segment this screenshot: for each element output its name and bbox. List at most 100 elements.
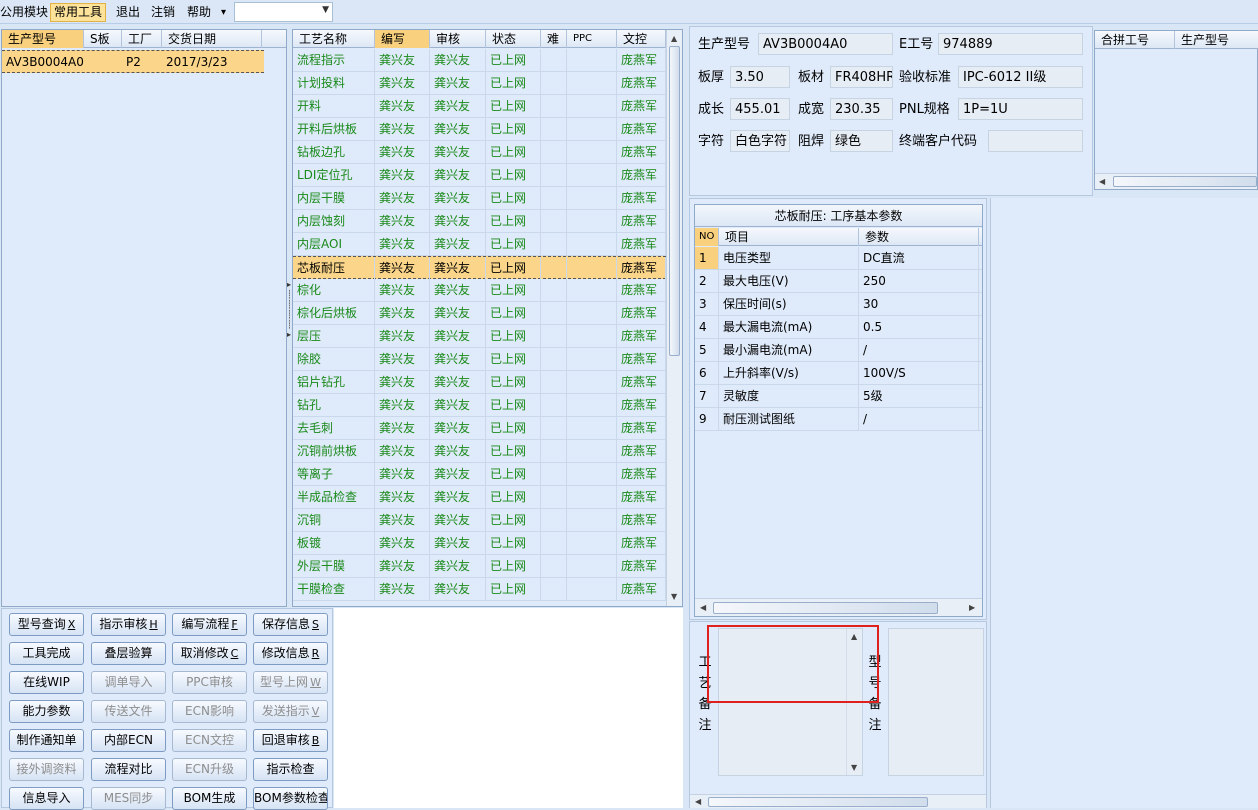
length-field[interactable]: 455.01 <box>730 98 790 120</box>
menu-public-modules[interactable]: 公用模块 <box>0 3 48 22</box>
notes-hscrollbar[interactable]: ◀ <box>690 794 986 808</box>
bom-param-check-button[interactable]: BOM参数检查 <box>253 787 328 810</box>
process-row[interactable]: 钻板边孔 龚兴友 龚兴友 已上网 庞燕军 <box>293 141 666 164</box>
process-col-ppc[interactable]: PPC <box>567 30 617 48</box>
orders-col-model[interactable]: 生产型号 <box>2 30 84 48</box>
process-row[interactable]: 去毛刺 龚兴友 龚兴友 已上网 庞燕军 <box>293 417 666 440</box>
scroll-right-icon[interactable]: ▶ <box>969 603 975 613</box>
orders-col-date[interactable]: 交货日期 <box>162 30 262 48</box>
menu-help[interactable]: 帮助 <box>187 3 211 22</box>
capability-params-button[interactable]: 能力参数 <box>9 700 84 723</box>
process-row[interactable]: 钻孔 龚兴友 龚兴友 已上网 庞燕军 <box>293 394 666 417</box>
param-row[interactable]: 7 灵敏度 5级 <box>695 385 982 408</box>
info-import-button[interactable]: 信息导入 <box>9 787 84 810</box>
instruction-check-button[interactable]: 指示检查 <box>253 758 328 781</box>
param-row[interactable]: 6 上升斜率(V/s) 100V/S <box>695 362 982 385</box>
model-query-button[interactable]: 型号查询 X <box>9 613 84 636</box>
send-file-button[interactable]: 传送文件 <box>91 700 166 723</box>
thickness-field[interactable]: 3.50 <box>730 66 790 88</box>
process-row[interactable]: 半成品检查 龚兴友 龚兴友 已上网 庞燕军 <box>293 486 666 509</box>
write-process-button[interactable]: 编写流程 F <box>172 613 247 636</box>
process-row[interactable]: 等离子 龚兴友 龚兴友 已上网 庞燕军 <box>293 463 666 486</box>
standard-field[interactable]: IPC-6012 II级 <box>958 66 1083 88</box>
process-row[interactable]: 外层干膜 龚兴友 龚兴友 已上网 庞燕军 <box>293 555 666 578</box>
process-row[interactable]: 内层干膜 龚兴友 龚兴友 已上网 庞燕军 <box>293 187 666 210</box>
merge-col-model[interactable]: 生产型号 <box>1175 31 1258 49</box>
params-scroll-thumb[interactable] <box>713 602 938 614</box>
make-notice-button[interactable]: 制作通知单 <box>9 729 84 752</box>
scroll-down-icon[interactable]: ▼ <box>671 592 677 602</box>
process-row[interactable]: 干膜检查 龚兴友 龚兴友 已上网 庞燕军 <box>293 578 666 601</box>
scroll-left-icon[interactable]: ◀ <box>1099 177 1105 187</box>
process-row[interactable]: 棕化 龚兴友 龚兴友 已上网 庞燕军 <box>293 279 666 302</box>
param-row[interactable]: 4 最大漏电流(mA) 0.5 <box>695 316 982 339</box>
process-row[interactable]: 除胶 龚兴友 龚兴友 已上网 庞燕军 <box>293 348 666 371</box>
merge-hscrollbar[interactable]: ◀ <box>1095 173 1257 189</box>
menu-logout[interactable]: 注销 <box>151 3 175 22</box>
process-row[interactable]: 板镀 龚兴友 龚兴友 已上网 庞燕军 <box>293 532 666 555</box>
material-field[interactable]: FR408HR <box>830 66 893 88</box>
orders-col-factory[interactable]: 工厂 <box>122 30 162 48</box>
scroll-left-icon[interactable]: ◀ <box>700 603 706 613</box>
process-vscrollbar[interactable]: ▲ ▼ <box>666 30 682 606</box>
customer-field[interactable] <box>988 130 1083 152</box>
process-scroll-thumb[interactable] <box>669 46 680 356</box>
pnl-field[interactable]: 1P=1U <box>958 98 1083 120</box>
process-col-doc[interactable]: 文控 <box>617 30 666 48</box>
process-row[interactable]: 计划投料 龚兴友 龚兴友 已上网 庞燕军 <box>293 72 666 95</box>
merge-scroll-thumb[interactable] <box>1113 176 1257 187</box>
process-row[interactable]: 内层AOI 龚兴友 龚兴友 已上网 庞燕军 <box>293 233 666 256</box>
params-col-no[interactable]: NO <box>695 228 719 246</box>
params-col-item[interactable]: 项目 <box>719 228 859 246</box>
scroll-down-icon[interactable]: ▼ <box>851 763 857 773</box>
ecn-impact-button[interactable]: ECN影响 <box>172 700 247 723</box>
char-field[interactable]: 白色字符 <box>730 130 790 152</box>
save-info-button[interactable]: 保存信息 S <box>253 613 328 636</box>
import-order-button[interactable]: 调单导入 <box>91 671 166 694</box>
bom-generate-button[interactable]: BOM生成 <box>172 787 247 810</box>
process-compare-button[interactable]: 流程对比 <box>91 758 166 781</box>
scroll-left-icon[interactable]: ◀ <box>695 797 701 807</box>
process-row[interactable]: LDI定位孔 龚兴友 龚兴友 已上网 庞燕军 <box>293 164 666 187</box>
orders-col-s[interactable]: S板 <box>84 30 122 48</box>
model-notes-field[interactable] <box>888 628 984 776</box>
return-review-button[interactable]: 回退审核 B <box>253 729 328 752</box>
process-row[interactable]: 沉铜前烘板 龚兴友 龚兴友 已上网 庞燕军 <box>293 440 666 463</box>
merge-col-eno[interactable]: 合拼工号 <box>1095 31 1175 49</box>
ecn-doc-button[interactable]: ECN文控 <box>172 729 247 752</box>
cancel-modify-button[interactable]: 取消修改 C <box>172 642 247 665</box>
combo-arrow-icon[interactable]: ▼ <box>322 5 329 15</box>
param-row[interactable]: 1 电压类型 DC直流 <box>695 247 982 270</box>
process-row[interactable]: 内层蚀刻 龚兴友 龚兴友 已上网 庞燕军 <box>293 210 666 233</box>
notes-scroll-thumb[interactable] <box>708 797 928 807</box>
process-col-name[interactable]: 工艺名称 <box>293 30 375 48</box>
process-row[interactable]: 开料 龚兴友 龚兴友 已上网 庞燕军 <box>293 95 666 118</box>
process-row[interactable]: 铝片钻孔 龚兴友 龚兴友 已上网 庞燕军 <box>293 371 666 394</box>
param-row[interactable]: 9 耐压测试图纸 / <box>695 408 982 431</box>
online-wip-button[interactable]: 在线WIP <box>9 671 84 694</box>
orders-row[interactable]: AV3B0004A0 P2 2017/3/23 <box>2 50 264 73</box>
process-row[interactable]: 开料后烘板 龚兴友 龚兴友 已上网 庞燕军 <box>293 118 666 141</box>
mask-field[interactable]: 绿色 <box>830 130 893 152</box>
model-field[interactable]: AV3B0004A0 <box>758 33 893 55</box>
ppc-review-button[interactable]: PPC审核 <box>172 671 247 694</box>
width-field[interactable]: 230.35 <box>830 98 893 120</box>
internal-ecn-button[interactable]: 内部ECN <box>91 729 166 752</box>
params-hscrollbar[interactable]: ◀ ▶ <box>695 598 982 616</box>
process-row[interactable]: 沉铜 龚兴友 龚兴友 已上网 庞燕军 <box>293 509 666 532</box>
send-instruction-button[interactable]: 发送指示 V <box>253 700 328 723</box>
ecn-upgrade-button[interactable]: ECN升级 <box>172 758 247 781</box>
process-col-difficulty[interactable]: 难 <box>541 30 567 48</box>
param-row[interactable]: 2 最大电压(V) 250 <box>695 270 982 293</box>
model-online-button[interactable]: 型号上网 W <box>253 671 328 694</box>
param-row[interactable]: 3 保压时间(s) 30 <box>695 293 982 316</box>
process-row[interactable]: 棕化后烘板 龚兴友 龚兴友 已上网 庞燕军 <box>293 302 666 325</box>
param-row[interactable]: 5 最小漏电流(mA) / <box>695 339 982 362</box>
stack-check-button[interactable]: 叠层验算 <box>91 642 166 665</box>
process-row[interactable]: 流程指示 龚兴友 龚兴友 已上网 庞燕军 <box>293 49 666 72</box>
menu-common-tools[interactable]: 常用工具 <box>50 3 107 22</box>
tool-complete-button[interactable]: 工具完成 <box>9 642 84 665</box>
process-row[interactable]: 层压 龚兴友 龚兴友 已上网 庞燕军 <box>293 325 666 348</box>
process-col-reviewer[interactable]: 审核 <box>430 30 486 48</box>
process-col-writer[interactable]: 编写 <box>375 30 430 48</box>
